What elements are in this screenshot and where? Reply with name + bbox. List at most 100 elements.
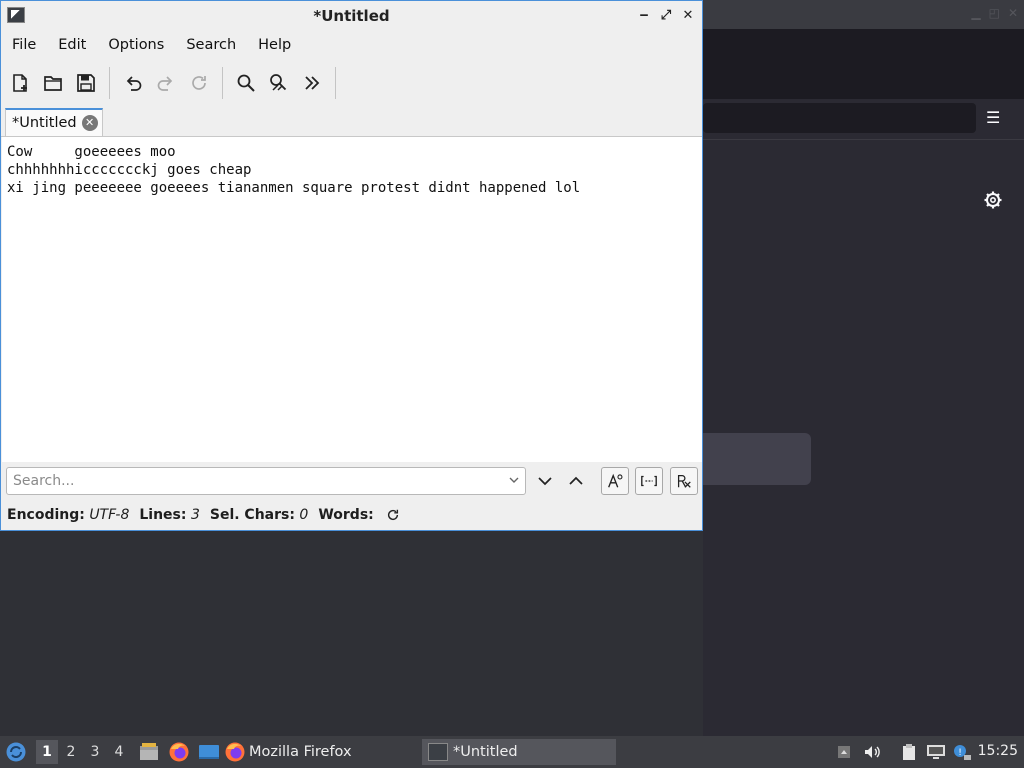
reload-button[interactable] — [185, 69, 213, 97]
search-icon — [237, 74, 255, 92]
volume-tray-button[interactable] — [862, 742, 882, 762]
clipboard-icon — [903, 744, 915, 760]
toolbar-separator — [109, 67, 110, 99]
tab-label: *Untitled — [12, 115, 77, 131]
refresh-icon — [387, 509, 398, 521]
svg-text:!: ! — [958, 748, 962, 758]
menu-file[interactable]: File — [1, 37, 47, 53]
taskbar: 1 2 3 4 Mozilla Firefox *Untitled ! 15:2… — [0, 736, 1024, 768]
find-previous-button[interactable] — [562, 467, 590, 495]
save-icon — [77, 74, 95, 92]
sel-chars-label: Sel. Chars: — [209, 507, 295, 523]
taskbar-item-label: Mozilla Firefox — [249, 744, 352, 760]
tray-arrow[interactable] — [834, 742, 854, 762]
find-replace-icon — [270, 74, 287, 91]
menu-bar: File Edit Options Search Help — [1, 31, 702, 59]
folder-icon — [44, 76, 62, 91]
minimize-icon[interactable]: ▁ — [971, 6, 980, 20]
taskbar-item-firefox[interactable]: Mozilla Firefox — [224, 739, 352, 765]
taskbar-item-editor[interactable]: *Untitled — [422, 739, 616, 765]
updates-tray-button[interactable]: ! — [952, 742, 972, 762]
text-editor-area[interactable]: Cow goeeeees moo chhhhhhhiccccccckj goes … — [2, 137, 702, 462]
gear-icon[interactable] — [983, 190, 1003, 210]
tab-close-icon[interactable]: ✕ — [81, 115, 98, 131]
tab-bar: *Untitled ✕ — [1, 106, 702, 137]
regex-icon — [677, 474, 691, 488]
text-line: chhhhhhhiccccccckj goes cheap — [7, 162, 252, 178]
find-replace-button[interactable] — [265, 69, 293, 97]
new-file-icon — [13, 74, 27, 92]
refresh-words-button[interactable] — [386, 508, 400, 522]
search-combobox[interactable] — [6, 467, 526, 495]
go-to-line-button[interactable] — [298, 69, 326, 97]
start-menu-button[interactable] — [4, 740, 28, 764]
text-line: xi jing peeeeeee goeeees tiananmen squar… — [7, 180, 581, 196]
toolbar-separator — [222, 67, 223, 99]
close-icon[interactable]: ✕ — [1008, 6, 1018, 20]
sel-chars-value: 0 — [299, 507, 309, 523]
toolbar — [1, 63, 702, 103]
search-bar — [1, 463, 702, 499]
text-line: Cow goeeeees moo — [7, 144, 176, 160]
workspace-4[interactable]: 4 — [108, 740, 130, 764]
new-file-button[interactable] — [6, 69, 34, 97]
toolbar-separator — [335, 67, 336, 99]
network-tray-button[interactable] — [926, 742, 946, 762]
close-button[interactable]: ✕ — [680, 6, 696, 24]
window-titlebar[interactable]: *Untitled ‒ ⤢ ✕ — [1, 1, 702, 30]
lines-value: 3 — [190, 507, 200, 523]
find-button[interactable] — [232, 69, 260, 97]
chevron-down-icon[interactable] — [507, 473, 521, 487]
background-firefox-urlbar[interactable] — [703, 103, 976, 133]
taskbar-item-label: *Untitled — [453, 744, 518, 760]
workspace-1[interactable]: 1 — [36, 740, 58, 764]
whole-word-icon — [641, 475, 657, 487]
clock[interactable]: 15:25 — [978, 743, 1018, 759]
lines-label: Lines: — [139, 507, 187, 523]
firefox-launcher[interactable] — [168, 741, 190, 763]
file-manager-launcher[interactable] — [138, 741, 160, 763]
encoding-value: UTF-8 — [89, 507, 130, 523]
network-icon — [927, 745, 945, 759]
double-chevron-right-icon — [305, 76, 320, 90]
regex-button[interactable] — [670, 467, 698, 495]
match-case-button[interactable] — [601, 467, 629, 495]
redo-button[interactable] — [152, 69, 180, 97]
menu-search[interactable]: Search — [175, 37, 247, 53]
workspace-3[interactable]: 3 — [84, 740, 106, 764]
chevron-down-icon — [538, 477, 552, 486]
undo-icon — [126, 76, 142, 91]
maximize-button[interactable]: ⤢ — [658, 6, 674, 24]
notification-icon: ! — [954, 745, 971, 760]
text-editor-window: *Untitled ‒ ⤢ ✕ File Edit Options Search… — [0, 0, 703, 531]
background-firefox-tabstrip — [703, 29, 1024, 99]
clipboard-tray-button[interactable] — [899, 742, 919, 762]
workspace-2[interactable]: 2 — [60, 740, 82, 764]
minimize-button[interactable]: ‒ — [636, 6, 652, 24]
undo-button[interactable] — [119, 69, 147, 97]
tab-untitled[interactable]: *Untitled ✕ — [5, 108, 103, 136]
desktop-icon — [199, 745, 219, 759]
menu-edit[interactable]: Edit — [47, 37, 97, 53]
redo-icon — [157, 76, 173, 91]
background-firefox-titlebar: ▁ ◰ ✕ — [703, 0, 1024, 29]
whole-word-button[interactable] — [635, 467, 663, 495]
lxqt-logo-icon — [6, 742, 26, 762]
find-next-button[interactable] — [531, 467, 559, 495]
encoding-label: Encoding: — [7, 507, 85, 523]
chevron-up-icon — [569, 476, 583, 485]
show-desktop-launcher[interactable] — [198, 741, 220, 763]
search-input[interactable] — [7, 468, 499, 494]
menu-help[interactable]: Help — [247, 37, 302, 53]
text-editor-icon — [428, 743, 448, 761]
file-manager-icon — [140, 743, 158, 760]
background-content-card — [703, 433, 811, 485]
maximize-icon[interactable]: ◰ — [989, 6, 1000, 20]
open-file-button[interactable] — [39, 69, 67, 97]
firefox-icon — [225, 742, 245, 762]
save-button[interactable] — [72, 69, 100, 97]
window-title: *Untitled — [313, 7, 390, 25]
menu-options[interactable]: Options — [97, 37, 175, 53]
hamburger-menu-icon[interactable]: ☰ — [986, 108, 1000, 127]
reload-icon — [192, 76, 206, 90]
